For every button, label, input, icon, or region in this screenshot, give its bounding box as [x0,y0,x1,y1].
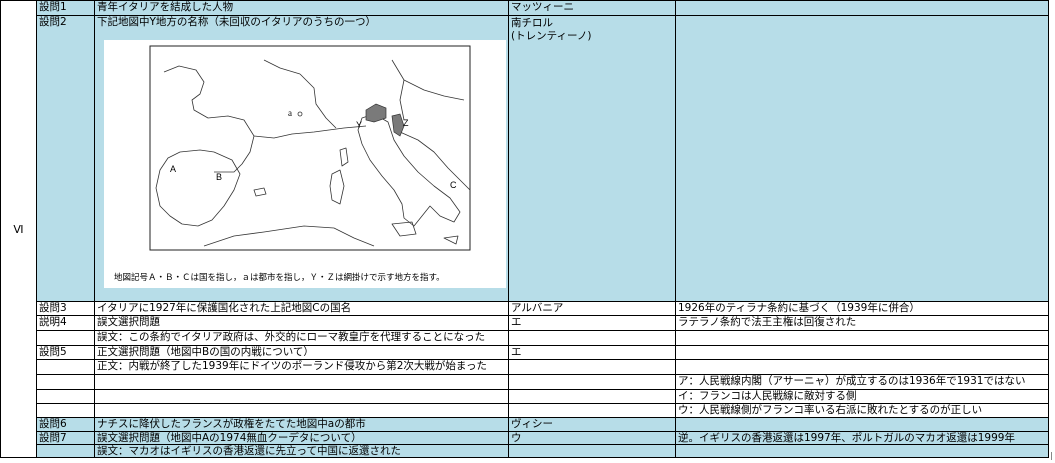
answer-4: エ [509,316,676,331]
answer-5e [509,404,676,418]
note-7: 逆。イギリスの香港返還は1997年、ポルトガルのマカオ返還は1999年 [676,432,1049,445]
note-4b [676,331,1049,346]
question-number-5b [37,360,95,375]
question-number-5d [37,390,95,404]
question-text-5e [95,404,509,418]
question-text-1: 青年イタリアを結成した人物 [95,0,509,16]
answer-6: ヴィシー [509,418,676,432]
map-label-B: B [216,172,222,182]
map-caption: 地図記号Ａ・Ｂ・Ｃは国を指し，ａは都市を指し，Ｙ・Ｚは網掛けで示す地方を指す。 [114,272,445,282]
note-2 [676,16,1049,302]
question-number-6: 設問6 [37,418,95,432]
note-3: 1926年のティラナ条約に基づく（1939年に併合） [676,302,1049,316]
question-text-7b: 誤文：マカオはイギリスの香港返還に先立って中国に返還された [95,445,509,458]
answer-5: エ [509,346,676,360]
question-text-5b: 正文：内戦が終了した1939年にドイツのポーランド侵攻から第2次大戦が始まった [95,360,509,375]
section-label: Ⅵ [0,0,37,458]
question-text-3: イタリアに1927年に保護国化された上記地図Cの国名 [95,302,509,316]
answer-2: 南チロル (トレンティーノ) [509,16,676,302]
question-number-5c [37,375,95,390]
question-number-4: 説明4 [37,316,95,331]
note-6 [676,418,1049,432]
note-1 [676,0,1049,16]
answer-5d [509,390,676,404]
note-7b [676,445,1049,458]
answer-1: マッツィーニ [509,0,676,16]
answer-4b [509,331,676,346]
answer-5b [509,360,676,375]
map-label-C: C [450,180,457,190]
question-text-5c [95,375,509,390]
note-5 [676,346,1049,360]
map-label-y: Y [356,120,362,130]
scroll-edge-marker [1051,452,1055,460]
europe-map: a Y Z A B C 地図記号Ａ・Ｂ・Ｃは国を指し，ａは都市を指し，Ｙ・Ｚは網… [104,40,506,288]
question-number-5e [37,404,95,418]
question-number-7b [37,445,95,458]
note-4: ラテラノ条約で法王主権は回復された [676,316,1049,331]
answer-7b [509,445,676,458]
question-text-4: 誤文選択問題 [95,316,509,331]
question-number-7: 設問7 [37,432,95,445]
note-5-a: ア：人民戦線内閣（アサーニャ）が成立するのは1936年で1931ではない [676,375,1049,390]
map-label-z: Z [403,118,409,128]
note-5b [676,360,1049,375]
question-number-2: 設問2 [37,16,95,302]
question-text-2-label: 下記地図中Y地方の名称（未回収のイタリアのうちの一つ） [97,16,376,28]
question-text-5: 正文選択問題（地図中Bの国の内戦について） [95,346,509,360]
europe-map-drawing: a Y Z A B C 地図記号Ａ・Ｂ・Ｃは国を指し，ａは都市を指し，Ｙ・Ｚは網… [114,45,471,282]
question-text-5d [95,390,509,404]
map-label-a: a [288,108,292,118]
answer-7: ウ [509,432,676,445]
question-text-7: 誤文選択問題（地図中Aの1974無血クーデタについて） [95,432,509,445]
question-number-1: 設問1 [37,0,95,16]
note-5-i: イ：フランコは人民戦線に敵対する側 [676,390,1049,404]
question-number-4b [37,331,95,346]
map-label-A: A [170,164,176,174]
question-text-4b: 誤文：この条約でイタリア政府は、外交的にローマ教皇庁を代理することになった [95,331,509,346]
question-text-6: ナチスに降伏したフランスが政権をたてた地図中aの都市 [95,418,509,432]
question-number-3: 設問3 [37,302,95,316]
note-5-u: ウ：人民戦線側がフランコ率いる右派に敗れたとするのが正しい [676,404,1049,418]
question-number-5: 設問5 [37,346,95,360]
answer-3: アルバニア [509,302,676,316]
answer-5c [509,375,676,390]
